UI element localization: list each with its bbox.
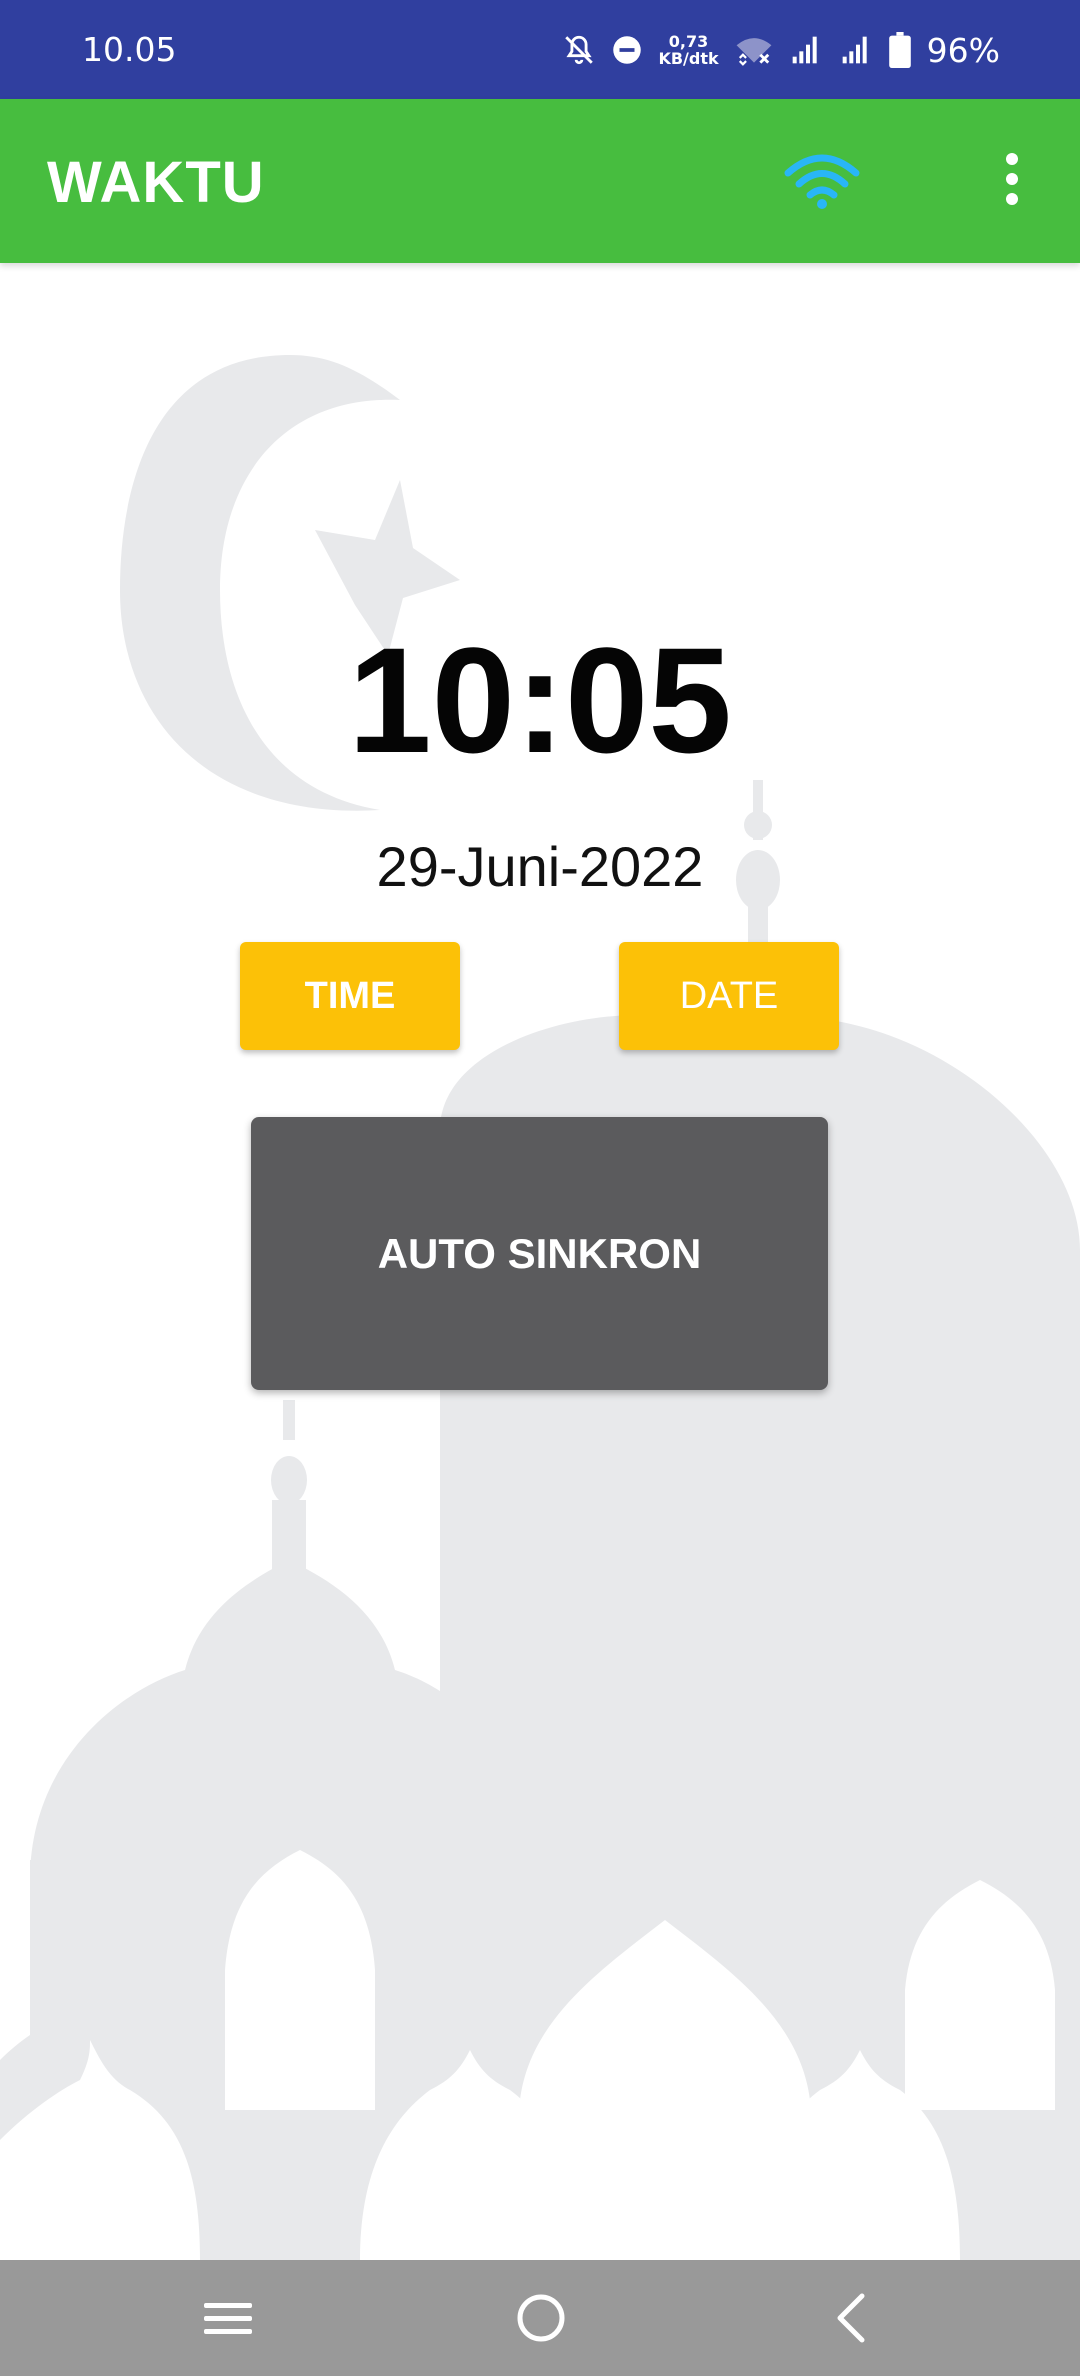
- time-button[interactable]: TIME: [240, 942, 460, 1050]
- status-icons: 0,73 KB/dtk 96%: [562, 24, 1000, 76]
- date-button[interactable]: DATE: [619, 942, 839, 1050]
- auto-sync-button[interactable]: AUTO SINKRON: [251, 1117, 828, 1390]
- battery-percent: 96%: [926, 30, 1000, 70]
- network-speed: 0,73 KB/dtk: [658, 33, 718, 67]
- home-icon: [517, 2294, 565, 2342]
- wifi-button[interactable]: [782, 151, 862, 211]
- back-icon: [837, 2293, 865, 2343]
- date-display: 29-Juni-2022: [376, 835, 704, 898]
- clock-display: 10:05: [348, 616, 732, 784]
- app-title: WAKTU: [47, 150, 265, 215]
- overflow-menu-button[interactable]: [990, 147, 1034, 217]
- do-not-disturb-icon: [612, 35, 642, 65]
- screen: 10.05 0,73 KB/dtk 96% WAKTU 10:05 29-Jun…: [0, 0, 1080, 2376]
- wifi-icon: [784, 154, 860, 209]
- recents-icon: [204, 2303, 252, 2334]
- status-bar: 10.05 0,73 KB/dtk 96%: [0, 0, 1080, 99]
- network-speed-unit: KB/dtk: [658, 49, 719, 68]
- wifi-off-icon: [735, 34, 773, 66]
- back-button[interactable]: [822, 2288, 882, 2348]
- home-button[interactable]: [511, 2288, 571, 2348]
- status-time: 10.05: [82, 30, 177, 69]
- network-speed-value: 0,73: [668, 32, 709, 51]
- mute-notifications-icon: [562, 33, 596, 67]
- signal-icon: [789, 34, 823, 66]
- overflow-menu-icon: [1006, 153, 1018, 205]
- signal-icon: [839, 34, 873, 66]
- battery-icon: [888, 32, 911, 68]
- recents-button[interactable]: [198, 2288, 258, 2348]
- navigation-bar: [0, 2260, 1080, 2376]
- app-bar: WAKTU: [0, 99, 1080, 263]
